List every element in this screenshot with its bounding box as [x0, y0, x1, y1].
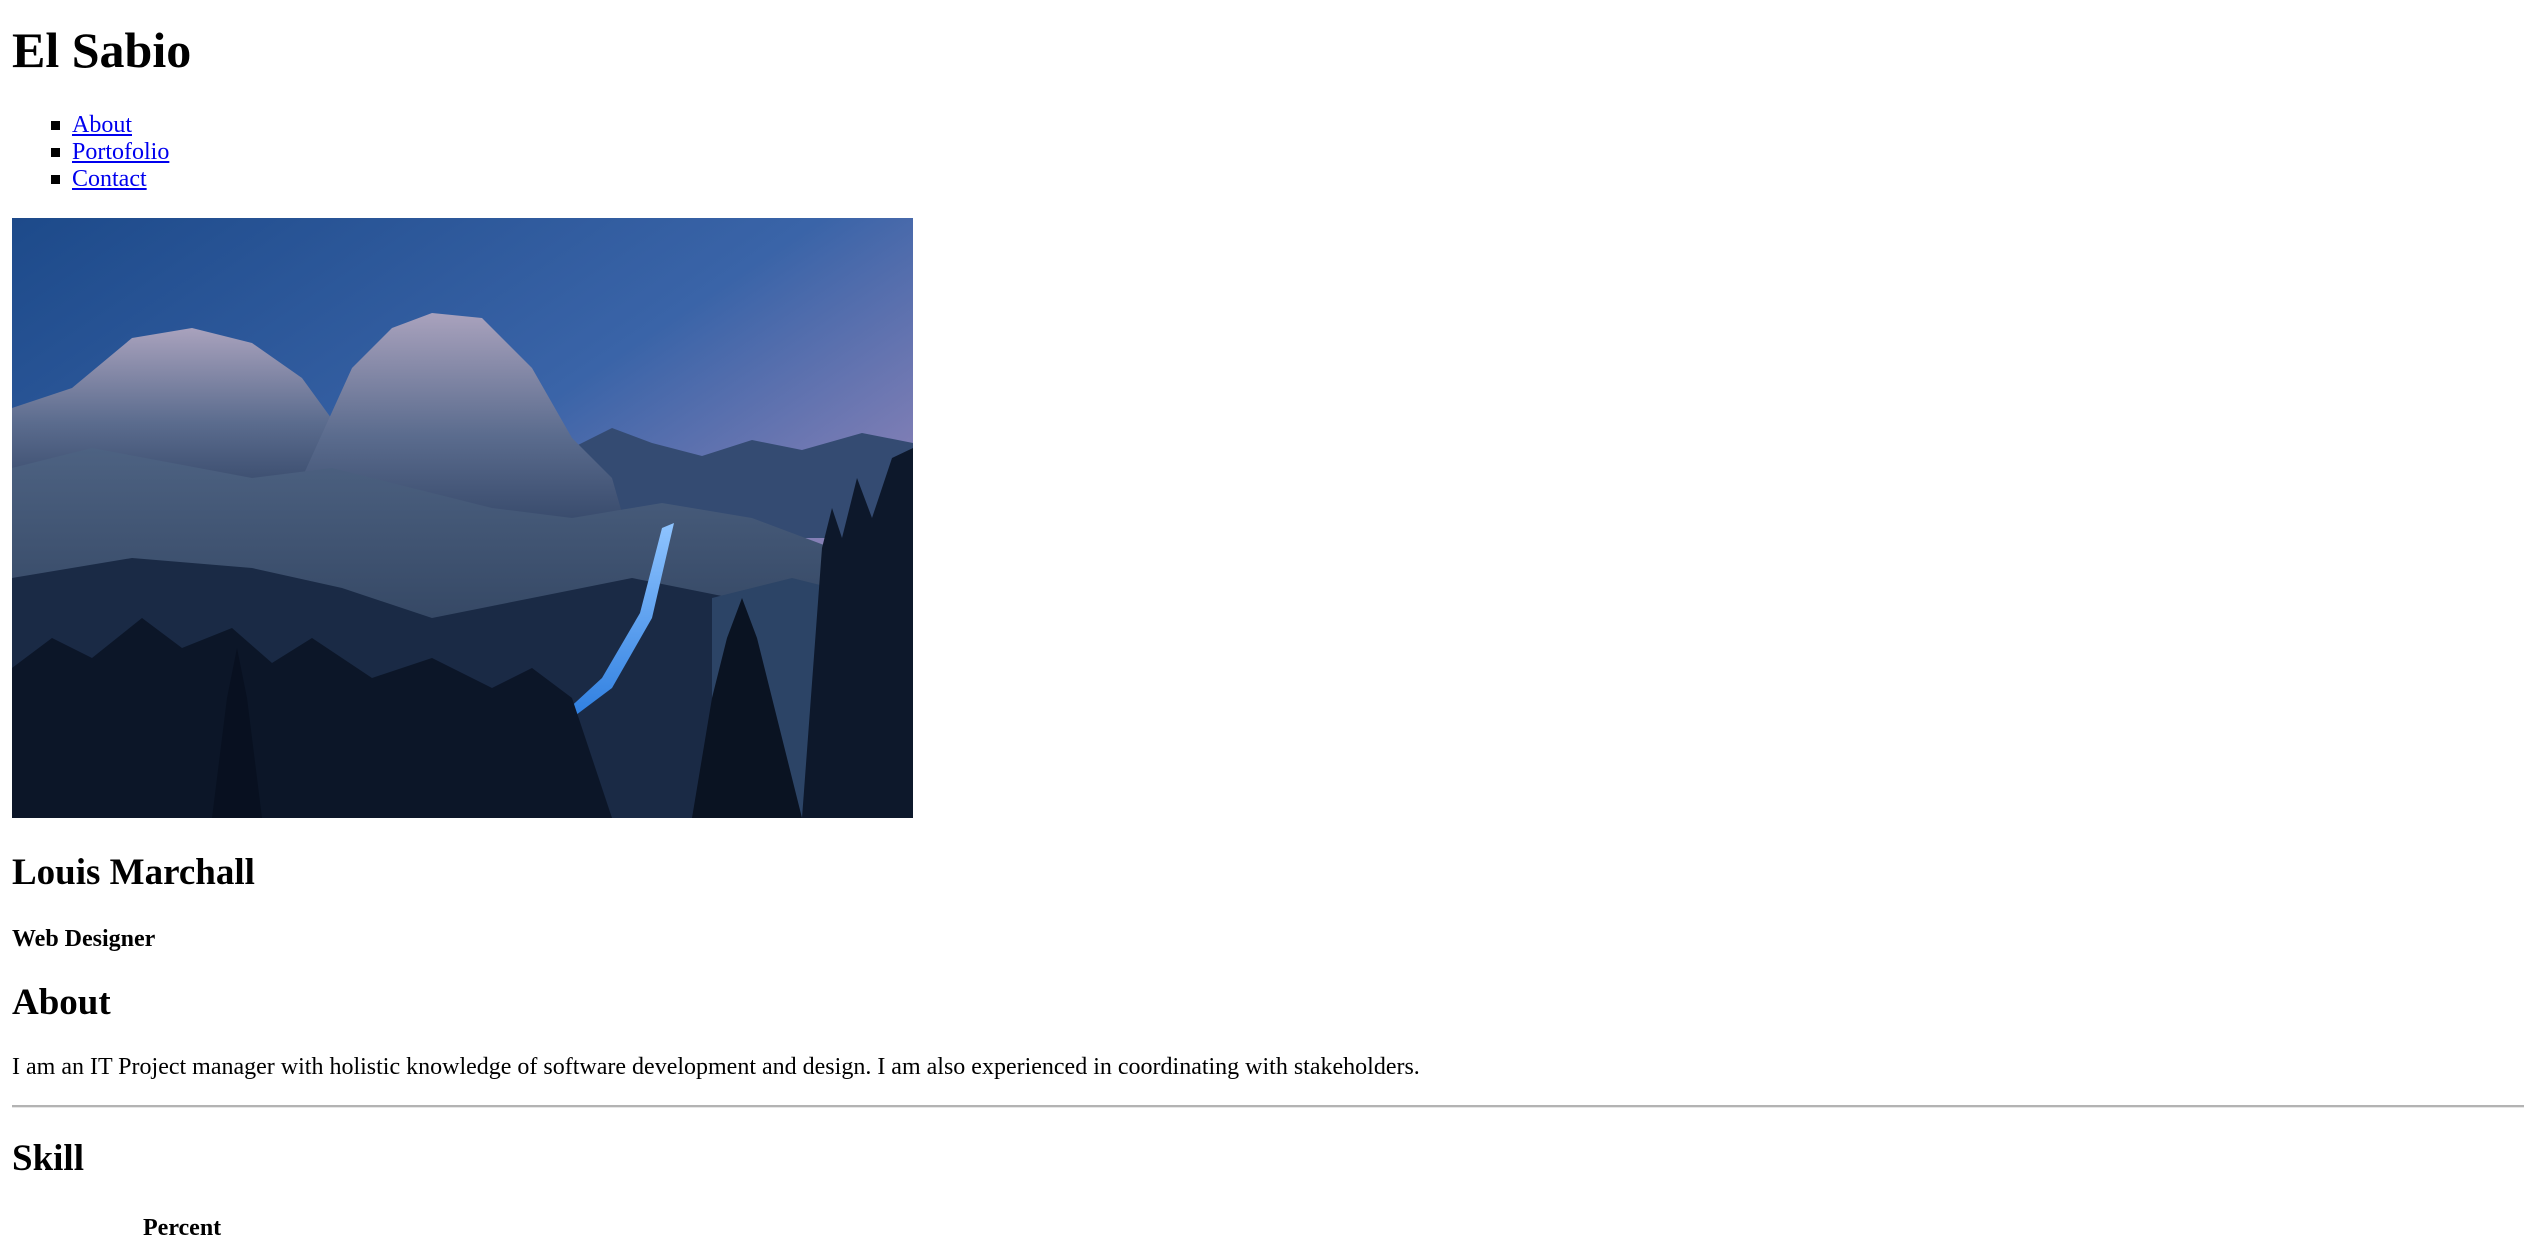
- mountain-landscape-image: [12, 218, 913, 818]
- nav-item-about: About: [50, 112, 169, 139]
- nav-item-contact: Contact: [50, 166, 169, 193]
- skill-heading: Skill: [12, 1138, 84, 1179]
- nav-link-about[interactable]: About: [72, 112, 132, 138]
- site-title: El Sabio: [12, 22, 192, 78]
- nav-link-portofolio[interactable]: Portofolio: [72, 139, 169, 165]
- hero-image: [12, 218, 913, 818]
- skill-table-header-row: Percent: [14, 1214, 222, 1243]
- main-nav: About Portofolio Contact: [12, 112, 169, 193]
- skill-table-header-percent: Percent: [143, 1215, 222, 1241]
- nav-item-portofolio: Portofolio: [50, 139, 169, 166]
- profile-role: Web Designer: [12, 926, 156, 952]
- section-divider: [12, 1105, 2524, 1108]
- nav-link-contact[interactable]: Contact: [72, 166, 147, 192]
- page: El Sabio About Portofolio Contact Louis …: [0, 0, 2533, 1254]
- skill-table: Percent: [12, 1212, 224, 1245]
- about-heading: About: [12, 982, 111, 1023]
- skill-table-header-blank: [14, 1214, 140, 1243]
- profile-name: Louis Marchall: [12, 852, 255, 893]
- about-text: I am an IT Project manager with holistic…: [12, 1054, 1420, 1080]
